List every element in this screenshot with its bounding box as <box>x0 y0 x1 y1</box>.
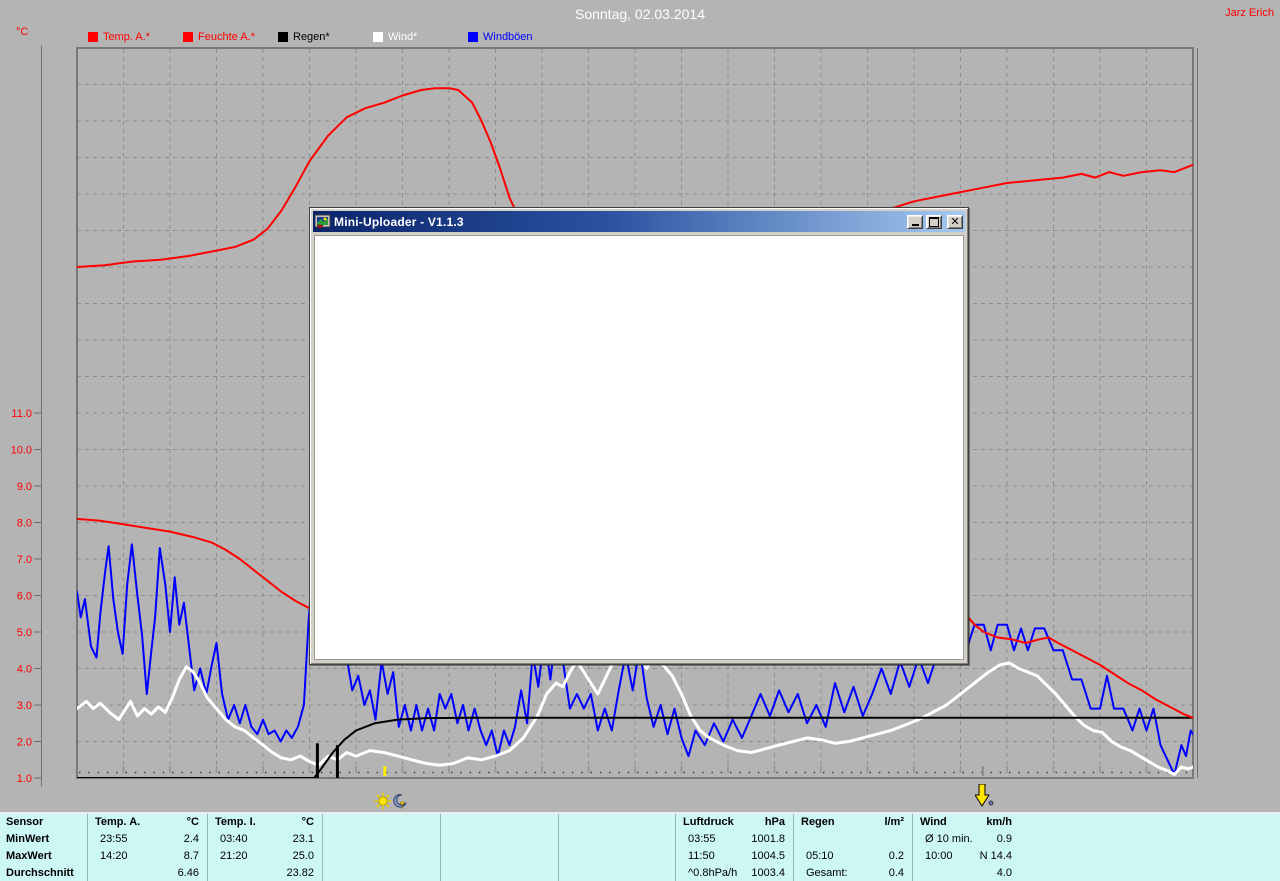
y-tick-label: 3.0 <box>17 700 32 712</box>
stats-cell: 21:20 25.0 <box>220 850 314 862</box>
moon-icon <box>392 794 407 814</box>
maximize-button[interactable] <box>926 214 942 229</box>
y-tick-label: 2.0 <box>17 737 32 749</box>
stats-row-labels: Sensor MinWert MaxWert Durchschnitt <box>0 814 87 881</box>
stats-cell: 05:10 0.2 <box>806 850 904 862</box>
stats-column-header <box>323 814 440 831</box>
stats-column-empty <box>558 814 675 881</box>
mini-uploader-window[interactable]: Mini-Uploader - V1.1.3 ✕ <box>309 207 969 665</box>
stats-cell: ^0.8hPa/h 1003.4 <box>688 867 785 879</box>
stats-cell <box>559 848 675 865</box>
stats-cell: 6.46 <box>177 867 199 879</box>
window-body <box>314 235 964 660</box>
stats-column-luftdruck: Luftdruck hPa 03:55 1001.8 11:50 1004.5 ^0.8hP… <box>675 814 793 881</box>
maximize-icon <box>929 216 939 227</box>
stats-filler <box>1020 814 1280 881</box>
stats-column-header: Regen l/m² <box>801 816 904 828</box>
stats-cell <box>559 831 675 848</box>
stats-cell: 4.0 <box>996 867 1012 879</box>
stats-row-label: MaxWert <box>6 850 52 862</box>
y-tick-label: 7.0 <box>17 554 32 566</box>
stats-cell: 03:55 1001.8 <box>688 833 785 845</box>
stats-column-regen: Regen l/m² 05:10 0.2 Gesamt: 0.4 <box>793 814 912 881</box>
stats-cell <box>441 865 558 881</box>
y-tick-label: 8.0 <box>17 518 32 530</box>
stats-cell: Gesamt: 0.4 <box>806 867 904 879</box>
window-titlebar[interactable]: Mini-Uploader - V1.1.3 ✕ <box>313 211 965 232</box>
stats-cell <box>441 831 558 848</box>
stats-cell <box>323 865 440 881</box>
stats-column-tempi: Temp. I. °C 03:40 23.1 21:20 25.0 23.82 <box>207 814 322 881</box>
sunset-arrow-icon <box>974 783 997 813</box>
stats-cell <box>323 848 440 865</box>
stats-cell: 03:40 23.1 <box>220 833 314 845</box>
stats-row-label: Sensor <box>6 816 44 828</box>
stats-column-header <box>441 814 558 831</box>
minimize-button[interactable] <box>907 214 923 229</box>
stats-column-tempa: Temp. A. °C 23:55 2.4 14:20 8.7 6.46 <box>87 814 207 881</box>
stats-cell <box>323 831 440 848</box>
stats-row-label: MinWert <box>6 833 50 845</box>
y-tick-label: 5.0 <box>17 627 32 639</box>
stats-column-header: Temp. I. °C <box>215 816 314 828</box>
stats-cell: 10:00 N 14.4 <box>925 850 1012 862</box>
y-tick-label: 6.0 <box>17 591 32 603</box>
app-icon <box>314 214 331 230</box>
stats-row-label: Durchschnitt <box>6 867 74 879</box>
stats-cell <box>441 848 558 865</box>
y-tick-label: 9.0 <box>17 481 32 493</box>
stats-cell <box>794 831 912 848</box>
y-tick-label: 4.0 <box>17 664 32 676</box>
stats-column-empty <box>440 814 558 881</box>
stats-column-header: Luftdruck hPa <box>683 816 785 828</box>
stats-column-header <box>559 814 675 831</box>
stats-column-wind: Wind km/h Ø 10 min. 0.9 10:00 N 14.4 4.0 <box>912 814 1020 881</box>
close-icon: ✕ <box>950 215 960 228</box>
stats-column-header: Temp. A. °C <box>95 816 199 828</box>
y-tick-label: 1.0 <box>17 773 32 785</box>
stats-cell: Ø 10 min. 0.9 <box>925 833 1012 845</box>
stats-cell: 23:55 2.4 <box>100 833 199 845</box>
stats-column-empty <box>322 814 440 881</box>
y-tick-label: 11.0 <box>11 408 32 420</box>
stats-column-header: Wind km/h <box>920 816 1012 828</box>
sensor-stats-table: Sensor MinWert MaxWert Durchschnitt Temp. A.… <box>0 812 1280 881</box>
minimize-icon <box>911 224 919 226</box>
close-button[interactable]: ✕ <box>947 214 963 229</box>
stats-cell: 14:20 8.7 <box>100 850 199 862</box>
stats-cell: 11:50 1004.5 <box>688 850 785 862</box>
window-title: Mini-Uploader - V1.1.3 <box>334 214 464 229</box>
weather-app: Sonntag, 02.03.2014 Jarz Erich °C Temp. … <box>0 0 1280 881</box>
stats-cell: 23.82 <box>286 867 314 879</box>
y-tick-label: 10.0 <box>11 445 32 457</box>
stats-cell <box>559 865 675 881</box>
